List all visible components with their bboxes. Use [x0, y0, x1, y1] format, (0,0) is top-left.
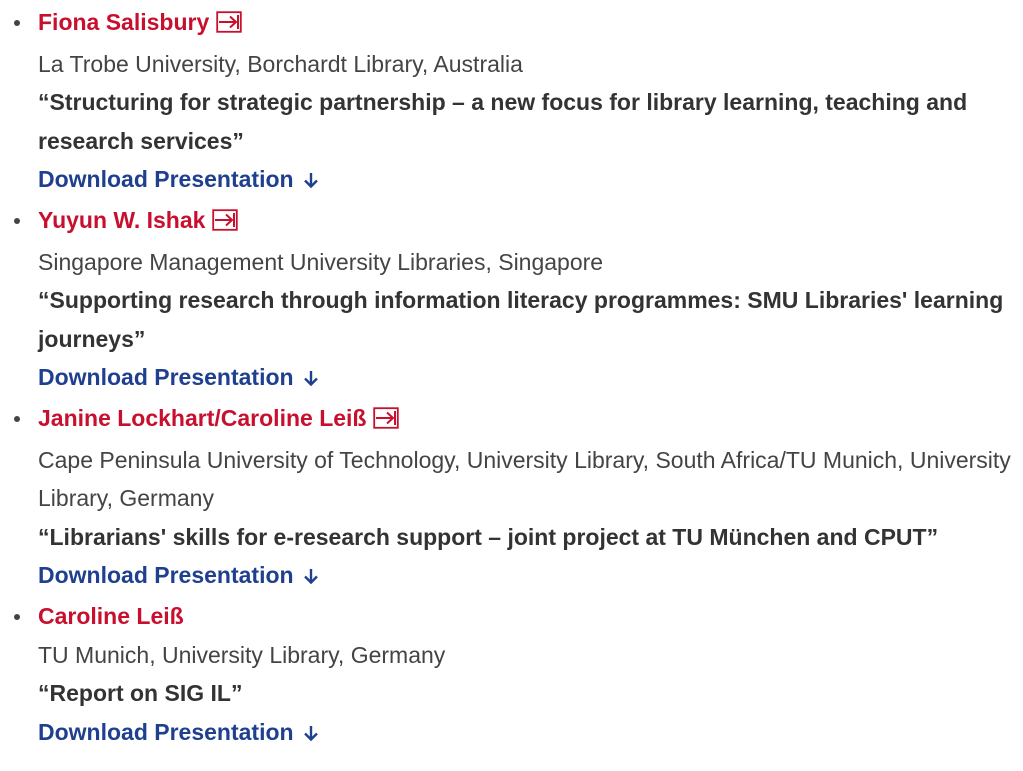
speaker-affiliation: TU Munich, University Library, Germany: [38, 641, 446, 668]
download-presentation-link[interactable]: Download Presentation: [38, 719, 294, 745]
download-presentation-link[interactable]: Download Presentation: [38, 562, 294, 588]
presentation-title: “Structuring for strategic partnership –…: [38, 89, 968, 154]
speaker-name-link[interactable]: Caroline Leiß: [38, 603, 184, 629]
speaker-name-line: Yuyun W. Ishak: [38, 201, 1023, 243]
speaker-item: Yuyun W. Ishak Singapore Management Univ…: [14, 201, 1023, 399]
arrow-down-icon[interactable]: [303, 558, 319, 597]
download-presentation-link[interactable]: Download Presentation: [38, 166, 294, 192]
speaker-item: Janine Lockhart/Caroline Leiß Cape Penin…: [14, 399, 1023, 597]
speaker-item: Fiona Salisbury La Trobe University, Bor…: [14, 3, 1023, 201]
external-link-icon[interactable]: [212, 204, 239, 243]
external-link-icon[interactable]: [373, 402, 400, 441]
speaker-name-line: Caroline Leiß: [38, 597, 1023, 636]
speaker-name-link[interactable]: Janine Lockhart/Caroline Leiß: [38, 405, 366, 431]
download-line: Download Presentation: [38, 713, 1023, 754]
presentation-title: “Supporting research through information…: [38, 287, 1004, 352]
speaker-name-link[interactable]: Yuyun W. Ishak: [38, 207, 205, 233]
arrow-down-icon[interactable]: [303, 715, 319, 754]
speaker-item: Caroline Leiß TU Munich, University Libr…: [14, 597, 1023, 754]
external-link-icon[interactable]: [216, 6, 242, 45]
arrow-down-icon[interactable]: [303, 162, 319, 201]
download-line: Download Presentation: [38, 160, 1023, 201]
presentation-title: “Report on SIG IL”: [38, 680, 243, 707]
download-line: Download Presentation: [38, 556, 1023, 597]
speaker-affiliation: Cape Peninsula University of Technology,…: [38, 446, 1011, 512]
speaker-affiliation: La Trobe University, Borchardt Library, …: [38, 50, 523, 77]
speaker-list: Fiona Salisbury La Trobe University, Bor…: [0, 0, 1023, 753]
speaker-affiliation: Singapore Management University Librarie…: [38, 248, 604, 275]
arrow-down-icon[interactable]: [303, 360, 319, 399]
speaker-name-line: Fiona Salisbury: [38, 3, 1023, 45]
download-presentation-link[interactable]: Download Presentation: [38, 364, 294, 390]
speaker-name-line: Janine Lockhart/Caroline Leiß: [38, 399, 1023, 441]
presentation-title: “Librarians' skills for e-research suppo…: [38, 523, 939, 550]
speaker-name-link[interactable]: Fiona Salisbury: [38, 9, 209, 35]
download-line: Download Presentation: [38, 358, 1023, 399]
